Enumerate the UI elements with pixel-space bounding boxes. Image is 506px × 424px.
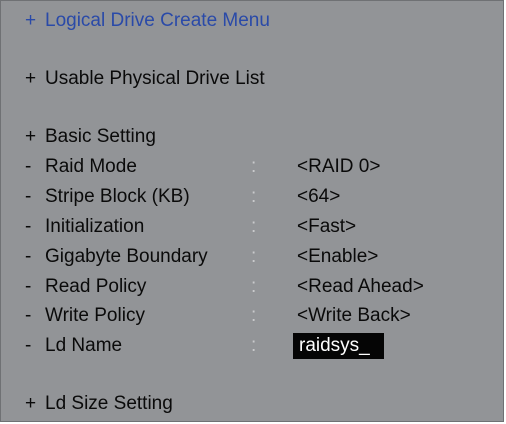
setting-label: Write Policy bbox=[45, 305, 145, 326]
setting-row-raid-mode[interactable]: - Raid Mode : <RAID 0> bbox=[25, 155, 380, 179]
section-label: Usable Physical Drive List bbox=[45, 68, 265, 89]
setting-value[interactable]: <Fast> bbox=[297, 215, 356, 239]
section-ld-size-setting[interactable]: + Ld Size Setting bbox=[25, 392, 173, 416]
setting-value[interactable]: <Enable> bbox=[297, 245, 378, 269]
menu-title-row: + Logical Drive Create Menu bbox=[25, 9, 270, 33]
bios-menu-screen: + Logical Drive Create Menu + Usable Physi… bbox=[0, 0, 504, 422]
setting-separator: : bbox=[251, 335, 257, 356]
ld-name-input[interactable]: raidsys_ bbox=[293, 333, 384, 359]
setting-label: Stripe Block (KB) bbox=[45, 186, 190, 207]
section-plus-marker: + bbox=[25, 10, 37, 31]
setting-label: Ld Name bbox=[45, 335, 123, 356]
section-usable-physical-drive-list[interactable]: + Usable Physical Drive List bbox=[25, 67, 265, 91]
setting-row-write-policy[interactable]: - Write Policy : <Write Back> bbox=[25, 304, 411, 328]
setting-value[interactable]: <Write Back> bbox=[297, 304, 411, 328]
setting-value[interactable]: <64> bbox=[297, 185, 340, 209]
setting-label: Gigabyte Boundary bbox=[45, 246, 208, 267]
item-dash-marker: - bbox=[25, 156, 32, 177]
setting-row-stripe-block[interactable]: - Stripe Block (KB) : <64> bbox=[25, 185, 340, 209]
item-dash-marker: - bbox=[25, 216, 32, 237]
setting-row-gigabyte-boundary[interactable]: - Gigabyte Boundary : <Enable> bbox=[25, 245, 378, 269]
setting-separator: : bbox=[251, 156, 257, 177]
item-dash-marker: - bbox=[25, 186, 32, 207]
setting-separator: : bbox=[251, 216, 257, 237]
item-dash-marker: - bbox=[25, 335, 32, 356]
item-dash-marker: - bbox=[25, 305, 32, 326]
section-label: Basic Setting bbox=[45, 126, 156, 147]
setting-separator: : bbox=[251, 186, 257, 207]
setting-row-ld-name[interactable]: - Ld Name : raidsys_ bbox=[25, 333, 384, 359]
setting-value[interactable]: <Read Ahead> bbox=[297, 275, 424, 299]
setting-label: Read Policy bbox=[45, 276, 147, 297]
section-plus-marker: + bbox=[25, 393, 37, 414]
section-plus-marker: + bbox=[25, 68, 37, 89]
item-dash-marker: - bbox=[25, 276, 32, 297]
setting-value[interactable]: <RAID 0> bbox=[297, 155, 380, 179]
setting-separator: : bbox=[251, 276, 257, 297]
menu-title: Logical Drive Create Menu bbox=[45, 10, 270, 31]
setting-separator: : bbox=[251, 246, 257, 267]
section-label: Ld Size Setting bbox=[45, 393, 173, 414]
setting-label: Initialization bbox=[45, 216, 145, 237]
setting-separator: : bbox=[251, 305, 257, 326]
item-dash-marker: - bbox=[25, 246, 32, 267]
section-plus-marker: + bbox=[25, 126, 37, 147]
section-basic-setting[interactable]: + Basic Setting bbox=[25, 125, 156, 149]
setting-row-read-policy[interactable]: - Read Policy : <Read Ahead> bbox=[25, 275, 424, 299]
setting-row-initialization[interactable]: - Initialization : <Fast> bbox=[25, 215, 356, 239]
setting-label: Raid Mode bbox=[45, 156, 137, 177]
